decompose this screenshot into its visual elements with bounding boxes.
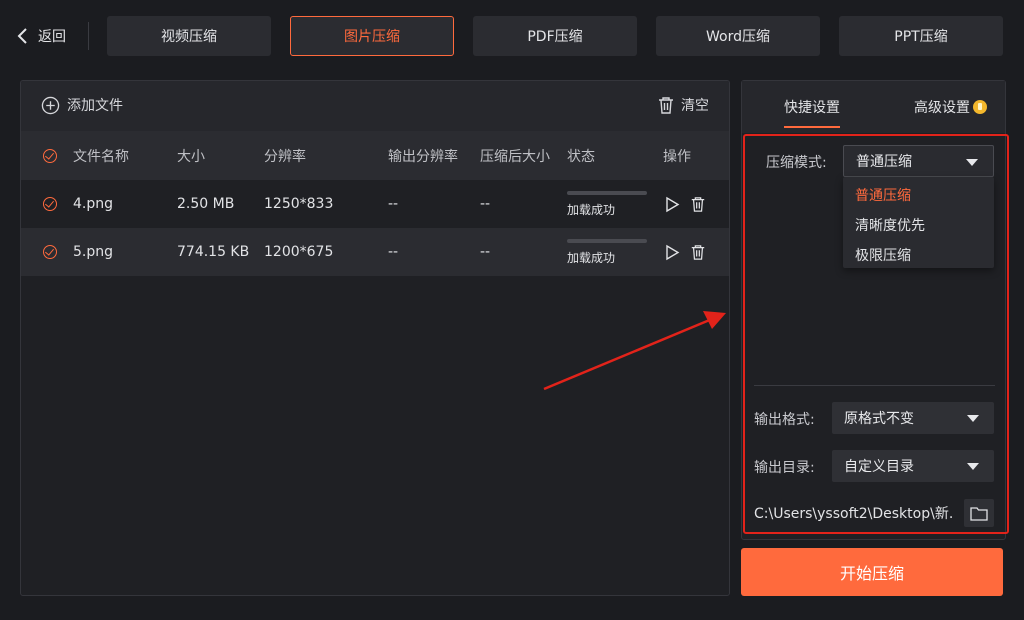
caret-down-icon xyxy=(967,415,979,422)
file-status: 加载成功 xyxy=(567,228,647,276)
row-actions xyxy=(664,228,706,276)
add-file-button[interactable]: 添加文件 xyxy=(41,95,123,115)
clear-button[interactable]: 清空 xyxy=(657,95,709,115)
status-text: 加载成功 xyxy=(567,250,616,265)
header-out-size: 压缩后大小 xyxy=(480,148,550,165)
file-out-resolution: -- xyxy=(388,196,399,212)
tab-advanced-settings[interactable]: 高级设置 xyxy=(914,97,987,117)
file-resolution: 1250*833 xyxy=(264,196,334,212)
mode-select[interactable]: 普通压缩 xyxy=(843,145,994,177)
divider xyxy=(88,22,89,50)
dir-label: 输出目录: xyxy=(754,460,815,476)
header-status: 状态 xyxy=(567,148,595,165)
trash-icon[interactable] xyxy=(690,196,706,213)
row-checkbox[interactable] xyxy=(43,228,57,276)
chevron-left-icon xyxy=(17,28,27,44)
caret-down-icon xyxy=(967,463,979,470)
coin-icon xyxy=(973,100,987,114)
table-header: 文件名称 大小 分辨率 输出分辨率 压缩后大小 状态 操作 xyxy=(21,131,729,180)
select-all-checkbox[interactable] xyxy=(43,131,57,180)
table-row[interactable]: 4.png 2.50 MB 1250*833 -- -- 加载成功 xyxy=(21,180,729,228)
table-row[interactable]: 5.png 774.15 KB 1200*675 -- -- 加载成功 xyxy=(21,228,729,276)
mode-option-extreme[interactable]: 极限压缩 xyxy=(855,245,911,265)
file-name: 4.png xyxy=(73,196,114,212)
check-circle-icon xyxy=(43,197,57,211)
progress-bar xyxy=(567,190,647,195)
clear-label: 清空 xyxy=(681,98,709,114)
tab-pdf[interactable]: PDF压缩 xyxy=(473,16,637,56)
start-compress-button[interactable]: 开始压缩 xyxy=(741,548,1003,596)
file-size: 774.15 KB xyxy=(177,244,250,260)
status-text: 加载成功 xyxy=(567,202,616,217)
header-size: 大小 xyxy=(177,148,205,165)
trash-icon xyxy=(659,96,673,114)
back-button[interactable]: 返回 xyxy=(14,22,66,50)
tab-ppt[interactable]: PPT压缩 xyxy=(839,16,1003,56)
mode-value: 普通压缩 xyxy=(856,154,912,170)
file-list-panel: 添加文件 清空 文件名称 大小 分辨率 输出分辨率 压缩后大小 状态 操作 4.… xyxy=(20,80,730,596)
play-icon[interactable] xyxy=(664,244,680,261)
tab-word[interactable]: Word压缩 xyxy=(656,16,820,56)
format-select[interactable]: 原格式不变 xyxy=(832,402,994,434)
format-value: 原格式不变 xyxy=(844,411,914,427)
mode-dropdown: 普通压缩 清晰度优先 极限压缩 xyxy=(843,177,994,268)
header-name: 文件名称 xyxy=(73,148,129,165)
caret-down-icon xyxy=(966,159,978,166)
mode-option-clarity[interactable]: 清晰度优先 xyxy=(855,215,925,235)
check-circle-icon xyxy=(43,245,57,259)
check-circle-icon xyxy=(43,148,57,163)
dir-select[interactable]: 自定义目录 xyxy=(832,450,994,482)
file-size: 2.50 MB xyxy=(177,196,235,212)
progress-bar xyxy=(567,238,647,243)
add-file-label: 添加文件 xyxy=(67,98,123,114)
back-label: 返回 xyxy=(38,29,66,45)
header-out-resolution: 输出分辨率 xyxy=(388,148,458,165)
folder-icon xyxy=(970,506,988,521)
file-toolbar: 添加文件 清空 xyxy=(21,81,729,131)
mode-label: 压缩模式: xyxy=(766,155,827,171)
tab-image[interactable]: 图片压缩 xyxy=(290,16,454,56)
browse-folder-button[interactable] xyxy=(964,499,994,527)
divider xyxy=(754,385,995,386)
tab-quick-settings[interactable]: 快捷设置 xyxy=(784,97,840,128)
trash-icon[interactable] xyxy=(690,244,706,261)
dir-value: 自定义目录 xyxy=(844,459,914,475)
row-checkbox[interactable] xyxy=(43,180,57,228)
play-icon[interactable] xyxy=(664,196,680,213)
mode-option-normal[interactable]: 普通压缩 xyxy=(855,185,911,205)
file-out-size: -- xyxy=(480,244,491,260)
header-actions: 操作 xyxy=(663,148,691,165)
plus-circle-icon xyxy=(41,96,60,114)
tab-video[interactable]: 视频压缩 xyxy=(107,16,271,56)
header-resolution: 分辨率 xyxy=(264,148,306,165)
settings-tabs: 快捷设置 高级设置 xyxy=(742,81,1005,133)
file-status: 加载成功 xyxy=(567,180,647,228)
format-label: 输出格式: xyxy=(754,412,815,428)
output-path: C:\Users\yssoft2\Desktop\新... xyxy=(754,506,954,522)
file-resolution: 1200*675 xyxy=(264,244,334,260)
file-out-resolution: -- xyxy=(388,244,399,260)
file-out-size: -- xyxy=(480,196,491,212)
advanced-settings-label: 高级设置 xyxy=(914,100,970,116)
file-name: 5.png xyxy=(73,244,114,260)
row-actions xyxy=(664,180,706,228)
top-bar: 返回 视频压缩 图片压缩 PDF压缩 Word压缩 PPT压缩 xyxy=(0,0,1024,72)
